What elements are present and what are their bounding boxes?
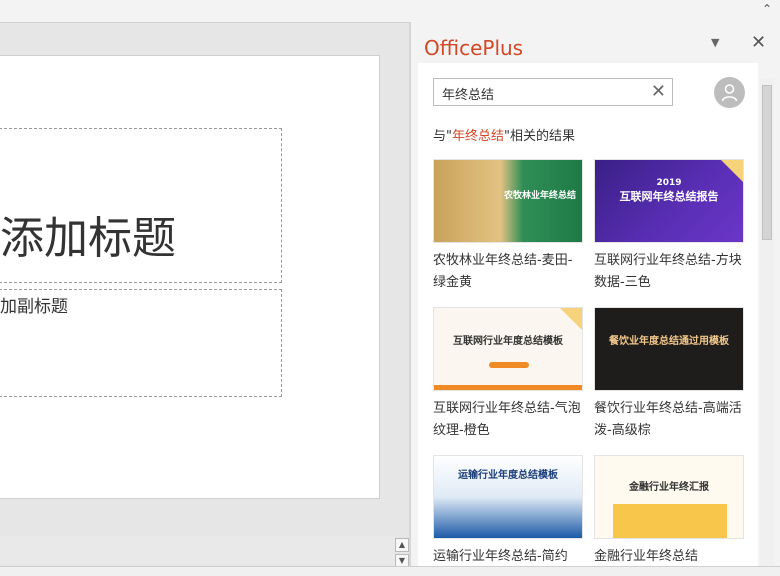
thumbnail-title: 运输行业年度总结模板: [458, 470, 558, 481]
template-thumbnail[interactable]: 金融行业年终汇报: [594, 455, 744, 539]
template-label[interactable]: 互联网行业年终总结-气泡纹理-橙色: [433, 398, 583, 442]
x-icon[interactable]: ✕: [651, 81, 666, 103]
ribbon-strip: ⌃: [0, 0, 780, 23]
slide-editor: 添加标题 加副标题: [0, 23, 410, 564]
officeplus-pane: OfficePlus ▼ ✕ ✕ 与"年终总结"相关的结果 农牧林业年终总结 农…: [411, 22, 780, 566]
pane-content: ✕ 与"年终总结"相关的结果 农牧林业年终总结 农牧林业年终总结-麦田-绿金黄 …: [418, 63, 758, 566]
slide-nav-buttons: ▲ ▼: [395, 538, 409, 568]
thumbnail-decoration: [613, 504, 727, 538]
ribbon-collapse-icon[interactable]: ⌃: [762, 2, 772, 16]
template-label[interactable]: 餐饮行业年终总结-高端活泼-高级棕: [594, 398, 744, 442]
title-placeholder-text: 添加标题: [0, 213, 176, 264]
premium-badge-icon: [721, 160, 743, 182]
template-label[interactable]: 金融行业年终总结: [594, 546, 744, 566]
template-thumbnail[interactable]: 互联网行业年度总结模板: [433, 307, 583, 391]
user-icon[interactable]: [714, 77, 745, 108]
search-box[interactable]: ✕: [433, 78, 673, 106]
previous-slide-button[interactable]: ▲: [395, 538, 409, 552]
template-thumbnail[interactable]: 运输行业年度总结模板: [433, 455, 583, 539]
title-placeholder[interactable]: 添加标题: [0, 128, 282, 283]
scrollbar-thumb[interactable]: [762, 85, 772, 240]
thumbnail-decoration: [434, 385, 582, 390]
pane-title: OfficePlus: [424, 36, 524, 60]
results-suffix: "相关的结果: [504, 129, 575, 144]
template-card[interactable]: 运输行业年度总结模板 运输行业年终总结-简约: [433, 455, 583, 566]
template-card[interactable]: 金融行业年终汇报 金融行业年终总结: [594, 455, 744, 566]
template-card[interactable]: 互联网行业年度总结模板 互联网行业年终总结-气泡纹理-橙色: [433, 307, 583, 442]
template-card[interactable]: 餐饮业年度总结通过用模板 餐饮行业年终总结-高端活泼-高级棕: [594, 307, 744, 442]
close-icon[interactable]: ✕: [751, 32, 766, 53]
editor-scroll-area: [0, 536, 395, 564]
template-label[interactable]: 农牧林业年终总结-麦田-绿金黄: [433, 250, 583, 294]
thumbnail-title: 餐饮业年度总结通过用模板: [609, 336, 729, 347]
template-label[interactable]: 互联网行业年终总结-方块数据-三色: [594, 250, 744, 294]
subtitle-placeholder[interactable]: 加副标题: [0, 289, 282, 397]
template-thumbnail[interactable]: 2019 互联网年终总结报告: [594, 159, 744, 243]
thumbnail-title: 互联网行业年度总结模板: [453, 336, 563, 347]
template-thumbnail[interactable]: 农牧林业年终总结: [433, 159, 583, 243]
thumbnail-title: 金融行业年终汇报: [629, 482, 709, 493]
template-card[interactable]: 2019 互联网年终总结报告 互联网行业年终总结-方块数据-三色: [594, 159, 744, 294]
pane-scrollbar[interactable]: [760, 79, 774, 566]
template-card[interactable]: 农牧林业年终总结 农牧林业年终总结-麦田-绿金黄: [433, 159, 583, 294]
thumbnail-title: 互联网年终总结报告: [619, 190, 719, 203]
premium-badge-icon: [560, 308, 582, 330]
slide-canvas[interactable]: 添加标题 加副标题: [0, 55, 380, 499]
thumbnail-decoration: [489, 362, 529, 368]
template-thumbnail[interactable]: 餐饮业年度总结通过用模板: [594, 307, 744, 391]
chevron-down-icon[interactable]: ▼: [711, 36, 719, 49]
thumbnail-title: 农牧林业年终总结: [504, 191, 577, 201]
results-heading: 与"年终总结"相关的结果: [433, 125, 575, 144]
search-input[interactable]: [440, 83, 644, 103]
template-label[interactable]: 运输行业年终总结-简约: [433, 546, 583, 566]
results-keyword: 年终总结: [451, 129, 504, 144]
subtitle-placeholder-text: 加副标题: [0, 297, 68, 317]
results-prefix: 与": [433, 129, 452, 144]
